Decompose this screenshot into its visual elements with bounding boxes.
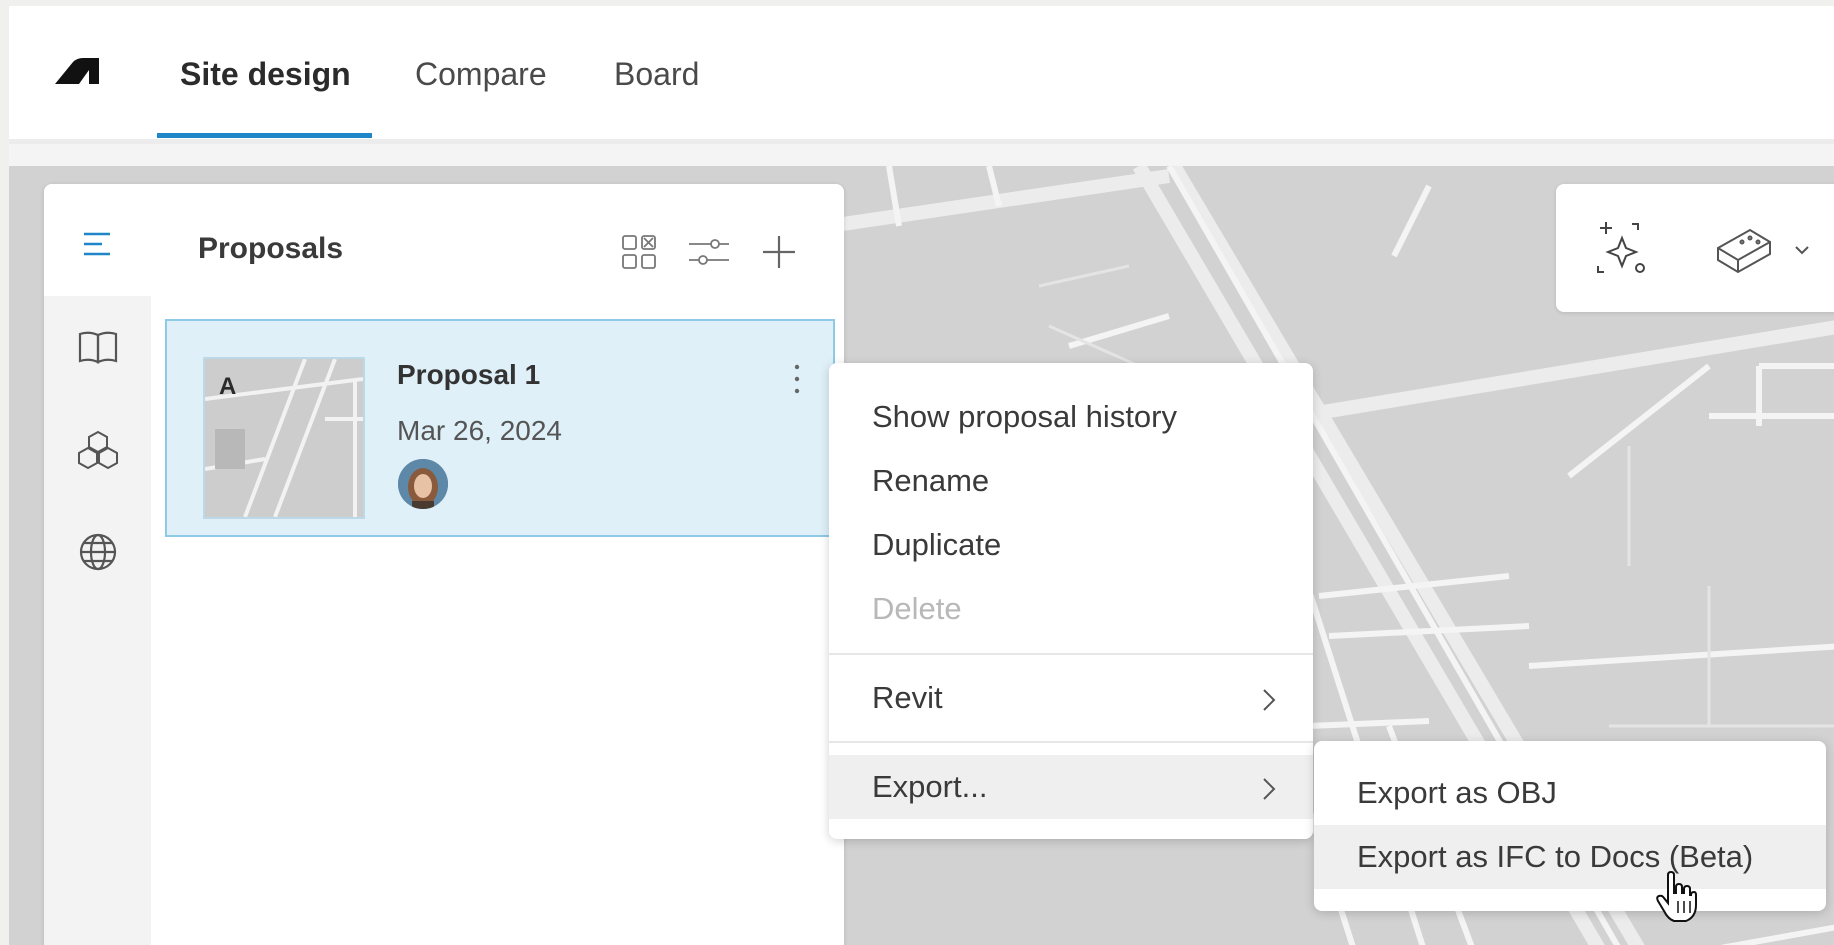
- chevron-right-icon: [1263, 689, 1276, 711]
- hand-cursor-icon: [1656, 871, 1697, 922]
- cubes-icon[interactable]: [74, 426, 122, 474]
- menu-item-label: Export as OBJ: [1357, 775, 1557, 810]
- book-icon[interactable]: [74, 324, 122, 372]
- menu-item-delete: Delete: [829, 577, 1313, 641]
- menu-item-duplicate[interactable]: Duplicate: [829, 513, 1313, 577]
- menu-item-export-obj[interactable]: Export as OBJ: [1314, 761, 1826, 825]
- proposal-card[interactable]: A Proposal 1 Mar 26, 2024: [165, 319, 835, 537]
- building-block-icon[interactable]: [1712, 218, 1776, 282]
- avatar: [398, 459, 448, 509]
- top-bar: Site design Compare Board: [9, 6, 1834, 144]
- filter-sliders-icon[interactable]: [685, 228, 733, 276]
- proposal-date: Mar 26, 2024: [397, 415, 562, 446]
- right-toolbar: [1556, 184, 1834, 312]
- active-tab-indicator: [157, 133, 372, 138]
- menu-item-label: Export...: [872, 769, 988, 804]
- menu-item-label: Delete: [872, 591, 962, 626]
- more-options-icon[interactable]: [789, 359, 805, 399]
- autodesk-logo-icon[interactable]: [53, 56, 101, 86]
- proposals-panel: Proposals A Proposal 1 Mar 26, 2024: [44, 184, 844, 945]
- menu-divider: [829, 653, 1313, 655]
- chevron-right-icon: [1263, 778, 1276, 800]
- menu-item-label: Duplicate: [872, 527, 1002, 562]
- proposal-letter: A: [219, 373, 237, 400]
- globe-icon[interactable]: [74, 528, 122, 576]
- menu-item-label: Export as IFC to Docs (Beta): [1357, 839, 1754, 874]
- proposal-context-menu: Show proposal history Rename Duplicate D…: [829, 363, 1313, 839]
- menu-divider: [829, 741, 1313, 743]
- menu-item-rename[interactable]: Rename: [829, 449, 1313, 513]
- menu-item-show-history[interactable]: Show proposal history: [829, 385, 1313, 449]
- menu-item-export-ifc[interactable]: Export as IFC to Docs (Beta): [1314, 825, 1826, 889]
- proposal-name: Proposal 1: [397, 359, 541, 390]
- menu-item-label: Rename: [872, 463, 990, 498]
- list-icon[interactable]: [74, 222, 122, 270]
- add-icon[interactable]: [755, 228, 803, 276]
- chevron-down-icon[interactable]: [1792, 240, 1812, 260]
- panel-title: Proposals: [198, 232, 344, 265]
- grid-view-icon[interactable]: [615, 228, 663, 276]
- app-window: Site design Compare Board Proposals A Pr…: [9, 6, 1834, 945]
- tab-site-design[interactable]: Site design: [180, 56, 351, 93]
- menu-item-label: Revit: [872, 680, 943, 715]
- ai-sparkle-icon[interactable]: [1592, 218, 1656, 282]
- menu-item-export[interactable]: Export...: [829, 755, 1313, 819]
- export-submenu: Export as OBJ Export as IFC to Docs (Bet…: [1314, 741, 1826, 911]
- tab-board[interactable]: Board: [614, 56, 699, 93]
- menu-item-label: Show proposal history: [872, 399, 1177, 434]
- menu-item-revit[interactable]: Revit: [829, 666, 1313, 730]
- tab-compare[interactable]: Compare: [415, 56, 547, 93]
- proposal-thumbnail: A: [203, 357, 365, 519]
